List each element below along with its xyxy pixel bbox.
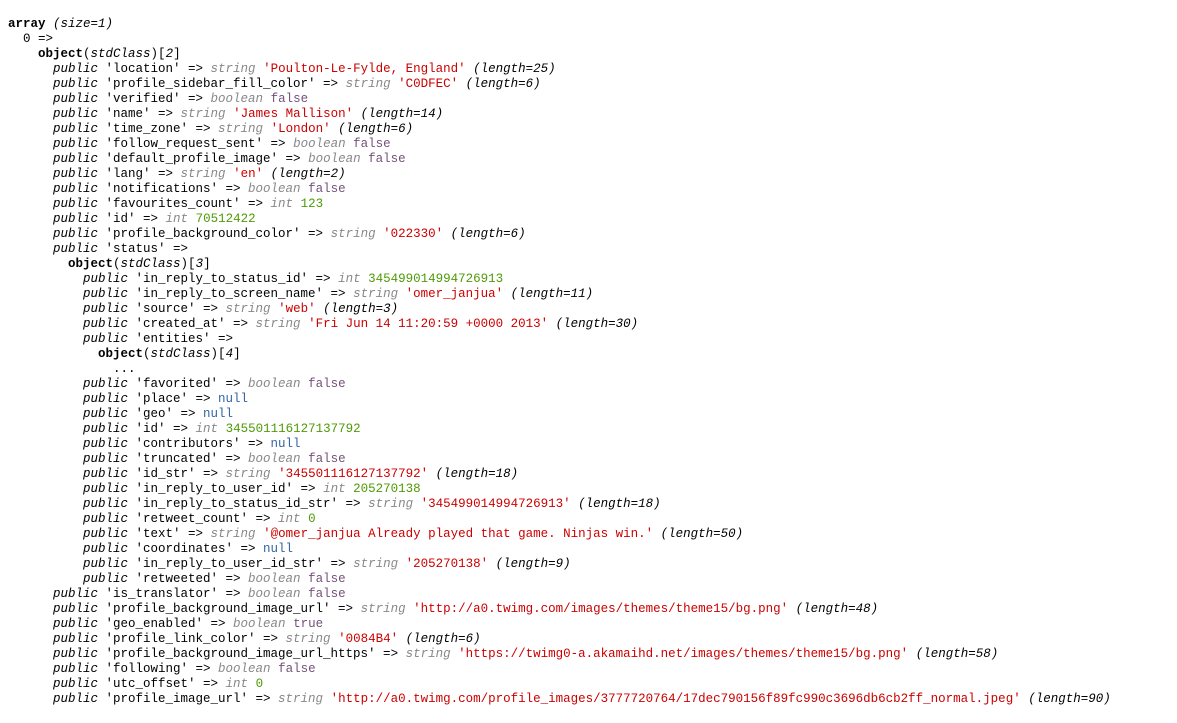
- var-dump: array (size=1)0 => object(stdClass)[2]pu…: [8, 17, 1169, 707]
